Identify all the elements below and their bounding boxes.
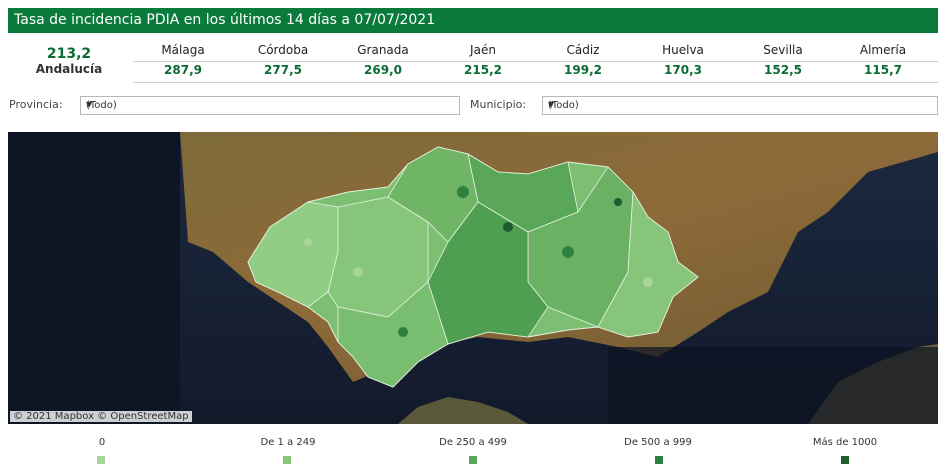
legend-label-4: Más de 1000 <box>812 437 878 448</box>
province-name: Huelva <box>662 43 704 57</box>
province-col-cordoba[interactable]: Córdoba 277,5 <box>233 40 333 80</box>
andalucia-label: Andalucía <box>35 62 103 76</box>
legend-swatch-1 <box>283 456 291 464</box>
municipality-zero[interactable] <box>643 277 653 287</box>
province-table: Málaga 287,9 Córdoba 277,5 Granada 269,0… <box>133 40 938 84</box>
province-name: Almería <box>859 43 907 57</box>
province-col-jaen[interactable]: Jaén 215,2 <box>433 40 533 80</box>
municipality-high[interactable] <box>562 246 574 258</box>
province-name: Córdoba <box>257 43 309 57</box>
map-attribution[interactable]: © 2021 Mapbox © OpenStreetMap <box>10 411 192 422</box>
municipality-high[interactable] <box>457 186 469 198</box>
legend-label-1: De 1 a 249 <box>260 437 316 448</box>
province-col-sevilla[interactable]: Sevilla 152,5 <box>733 40 833 80</box>
legend-swatch-4 <box>841 456 849 464</box>
province-name: Cádiz <box>566 43 600 57</box>
chevron-down-icon: ▼ <box>86 100 93 109</box>
province-value: 170,3 <box>664 63 702 77</box>
title-bar: Tasa de incidencia PDIA en los últimos 1… <box>8 8 938 33</box>
legend-label-2: De 250 a 499 <box>439 437 507 448</box>
municipio-label: Municipio: <box>470 98 527 111</box>
province-name: Jaén <box>470 43 496 57</box>
legend-label-0: 0 <box>98 437 106 448</box>
municipality-zero[interactable] <box>353 267 363 277</box>
sea-tile <box>8 132 180 424</box>
page-title: Tasa de incidencia PDIA en los últimos 1… <box>14 12 436 28</box>
provincia-label: Provincia: <box>9 98 63 111</box>
legend-label-3: De 500 a 999 <box>624 437 692 448</box>
province-col-cadiz[interactable]: Cádiz 199,2 <box>533 40 633 80</box>
province-value: 115,7 <box>864 63 902 77</box>
municipality-high[interactable] <box>398 327 408 337</box>
province-value: 215,2 <box>464 63 502 77</box>
municipality-high[interactable] <box>614 198 622 206</box>
andalucia-summary: 213,2 Andalucía <box>8 42 130 84</box>
province-name: Málaga <box>161 43 205 57</box>
provincia-select[interactable]: (Todo) ▼ <box>80 96 460 115</box>
legend-swatch-3 <box>655 456 663 464</box>
province-col-malaga[interactable]: Málaga 287,9 <box>133 40 233 80</box>
province-value: 287,9 <box>164 63 202 77</box>
province-value: 199,2 <box>564 63 602 77</box>
municipality-zero[interactable] <box>304 238 312 246</box>
province-name: Sevilla <box>763 43 803 57</box>
legend-swatch-0 <box>97 456 105 464</box>
municipio-select[interactable]: (Todo) ▼ <box>542 96 938 115</box>
table-divider <box>133 82 938 83</box>
map-view[interactable]: © 2021 Mapbox © OpenStreetMap <box>8 132 938 424</box>
legend-swatch-2 <box>469 456 477 464</box>
satellite-map <box>8 132 938 424</box>
sea-tile <box>608 347 938 424</box>
province-col-granada[interactable]: Granada 269,0 <box>333 40 433 80</box>
province-name: Granada <box>357 43 409 57</box>
province-value: 152,5 <box>764 63 802 77</box>
province-col-huelva[interactable]: Huelva 170,3 <box>633 40 733 80</box>
municipality-high[interactable] <box>503 222 513 232</box>
province-value: 269,0 <box>364 63 402 77</box>
province-col-almeria[interactable]: Almería 115,7 <box>833 40 933 80</box>
andalucia-value: 213,2 <box>46 46 92 62</box>
chevron-down-icon: ▼ <box>548 100 555 109</box>
province-value: 277,5 <box>264 63 302 77</box>
